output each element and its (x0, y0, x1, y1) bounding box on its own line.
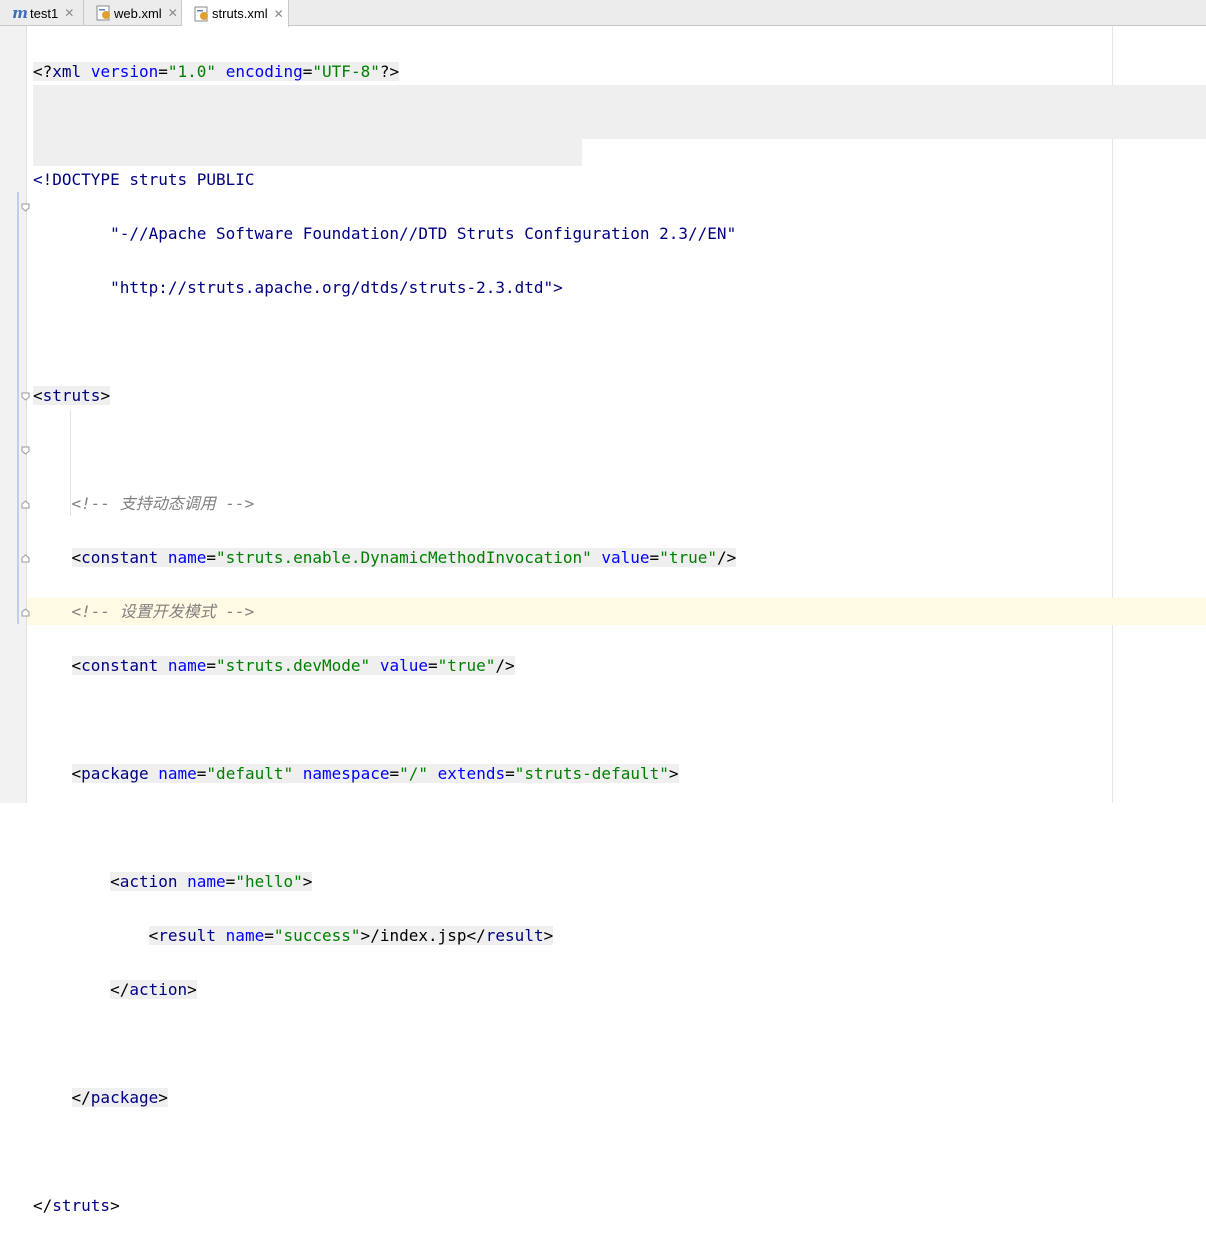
code-line: "http://struts.apache.org/dtds/struts-2.… (33, 274, 736, 301)
attr-value: "default" (206, 764, 294, 783)
doctype-system-id: "http://struts.apache.org/dtds/struts-2.… (110, 278, 563, 297)
tag-name: package (81, 764, 149, 783)
code-line: <?xml version="1.0" encoding="UTF-8"?> (33, 62, 400, 81)
code-line: </package> (71, 1088, 168, 1107)
code-line: <constant name="struts.enable.DynamicMet… (71, 548, 737, 567)
attr-name: name (225, 926, 265, 945)
code-line: </action> (110, 980, 197, 999)
tab-test1[interactable]: m test1 ✕ (0, 0, 84, 26)
code-line: <!-- 支持动态调用 --> (33, 490, 736, 517)
attr-value: "UTF-8" (312, 62, 380, 81)
maven-module-icon: m (12, 4, 28, 22)
pi-open: <? (33, 62, 53, 81)
tag-name: struts (52, 1196, 111, 1215)
attr-value: "hello" (235, 872, 303, 891)
fold-icon[interactable] (21, 554, 30, 563)
tag-name: constant (81, 656, 159, 675)
attr-value: "struts-default" (514, 764, 669, 783)
fold-icon[interactable] (21, 392, 30, 401)
attr-value: "true" (659, 548, 717, 567)
xml-file-icon (194, 6, 210, 22)
code-line: <!-- 设置开发模式 --> (33, 598, 736, 625)
code-editor[interactable]: <?xml version="1.0" encoding="UTF-8"?> <… (33, 31, 737, 1246)
code-line: <struts> (33, 386, 111, 405)
tag-name: struts (42, 386, 101, 405)
fold-icon[interactable] (21, 500, 30, 509)
attr-value: "true" (437, 656, 496, 675)
attr-value: "struts.enable.DynamicMethodInvocation" (216, 548, 592, 567)
code-line: <action name="hello"> (110, 872, 313, 891)
attr-name: value (379, 656, 428, 675)
tag-name: action (119, 872, 178, 891)
close-icon[interactable]: ✕ (274, 7, 284, 21)
fold-icon[interactable] (21, 446, 30, 455)
attr-name: name (158, 764, 197, 783)
fold-icon[interactable] (21, 608, 30, 617)
tab-web-xml[interactable]: web.xml ✕ (84, 0, 182, 26)
pi-close: ?> (379, 62, 400, 81)
code-line: <package name="default" namespace="/" ex… (71, 764, 679, 783)
tab-label: struts.xml (212, 6, 268, 21)
code-line: <!DOCTYPE struts PUBLIC (33, 166, 736, 193)
editor-gutter[interactable] (0, 26, 27, 803)
attr-name: name (167, 548, 207, 567)
attr-value: "success" (273, 926, 361, 945)
tag-name: result (485, 926, 544, 945)
tab-label: web.xml (114, 5, 162, 21)
fold-icon[interactable] (21, 203, 30, 212)
editor-tab-bar: m test1 ✕ web.xml ✕ struts.xml ✕ (0, 0, 1206, 27)
attr-name: name (187, 872, 226, 891)
code-line: </struts> (33, 1196, 120, 1215)
doctype-line: <!DOCTYPE struts PUBLIC (33, 170, 255, 189)
tab-label: test1 (30, 5, 59, 21)
attr-name: encoding (225, 62, 303, 81)
attr-name: namespace (302, 764, 390, 783)
change-marker (17, 192, 19, 624)
right-margin-guide (1112, 26, 1113, 803)
xml-file-icon (96, 5, 112, 21)
code-line: <result name="success">/index.jsp</resul… (148, 926, 554, 945)
attr-name: value (601, 548, 650, 567)
tag-name: constant (81, 548, 159, 567)
tab-struts-xml[interactable]: struts.xml ✕ (182, 0, 289, 27)
attr-value: "/" (399, 764, 429, 783)
attr-name: name (167, 656, 207, 675)
tag-name: result (158, 926, 217, 945)
close-icon[interactable]: ✕ (168, 6, 178, 20)
xml-comment: <!-- 设置开发模式 --> (71, 602, 255, 621)
tag-name: package (90, 1088, 159, 1107)
pi-name: xml (52, 62, 82, 81)
close-icon[interactable]: ✕ (64, 6, 74, 20)
code-line: <constant name="struts.devMode" value="t… (71, 656, 515, 675)
attr-name: version (90, 62, 159, 81)
doctype-public-id: "-//Apache Software Foundation//DTD Stru… (110, 224, 737, 243)
attr-name: extends (437, 764, 506, 783)
tag-name: action (129, 980, 188, 999)
attr-value: "1.0" (167, 62, 217, 81)
text-content: /index.jsp (370, 926, 467, 945)
xml-comment: <!-- 支持动态调用 --> (71, 494, 255, 513)
attr-value: "struts.devMode" (216, 656, 371, 675)
code-line: "-//Apache Software Foundation//DTD Stru… (33, 220, 736, 247)
